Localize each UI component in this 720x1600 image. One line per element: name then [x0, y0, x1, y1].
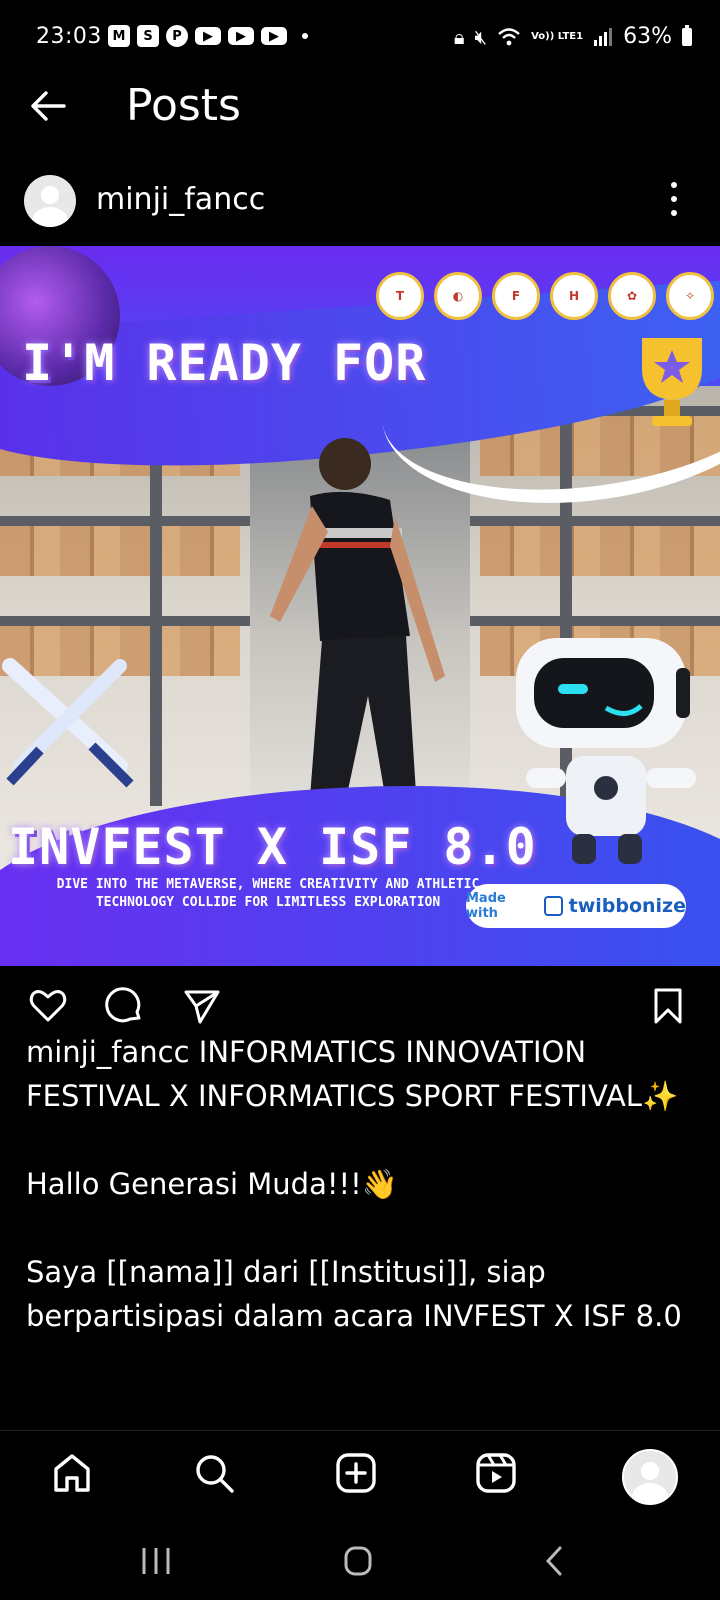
comment-icon[interactable] [104, 986, 144, 1026]
logo-badge: ✧ [666, 272, 714, 320]
post-header: minji_fancc [0, 168, 720, 232]
signal-icon [594, 27, 613, 46]
post-actions [0, 980, 720, 1030]
network-label: Vo)) LTE1 [531, 30, 584, 42]
back-arrow-icon[interactable] [26, 84, 70, 128]
image-event-title: INVFEST X ISF 8.0 [8, 818, 537, 876]
mute-icon: 🔇︎ [474, 24, 488, 49]
trophy-icon [642, 338, 702, 426]
battery-icon [682, 24, 692, 46]
badge-brand: twibbonize [568, 895, 686, 917]
post-username[interactable]: minji_fancc [96, 182, 265, 217]
page-title: Posts [126, 80, 241, 131]
twibbonize-logo-icon [543, 896, 563, 916]
avatar[interactable] [24, 175, 76, 227]
more-notifications-dot [302, 33, 308, 39]
reels-icon[interactable] [474, 1451, 518, 1495]
more-options-icon[interactable] [670, 182, 678, 216]
battery-percent: 63% [623, 24, 672, 49]
image-headline: I'M READY FOR [22, 334, 427, 392]
logo-badge: H [550, 272, 598, 320]
recents-icon[interactable] [136, 1544, 176, 1578]
s-icon: S [137, 25, 159, 47]
system-navigation [0, 1520, 720, 1600]
swords-graphic [2, 658, 134, 788]
logo-badge: ✿ [608, 272, 656, 320]
header: Posts [0, 76, 720, 138]
caption-line-1: minji_fancc INFORMATICS INNOVATION FESTI… [26, 1030, 686, 1118]
youtube-icon: ▶ [228, 27, 254, 45]
profile-avatar[interactable] [622, 1449, 678, 1505]
lock-icon: 🔒︎ [453, 24, 465, 49]
sponsor-logos: T ◐ F H ✿ ✧ [376, 272, 714, 320]
post-image[interactable]: T ◐ F H ✿ ✧ I'M READY FOR INVFEST X ISF … [0, 246, 720, 966]
create-icon[interactable] [334, 1451, 378, 1495]
share-icon[interactable] [182, 986, 222, 1026]
like-icon[interactable] [28, 986, 68, 1026]
back-chevron-icon[interactable] [536, 1544, 576, 1578]
home-circle-icon[interactable] [338, 1544, 378, 1578]
caption-line-2: Hallo Generasi Muda!!!👋 [26, 1167, 398, 1201]
save-icon[interactable] [648, 986, 688, 1026]
caption-author[interactable]: minji_fancc [26, 1035, 190, 1069]
youtube-icon: ▶ [195, 27, 221, 45]
logo-badge: T [376, 272, 424, 320]
status-bar: 23:03 M S P ▶ ▶ ▶ 🔒︎ 🔇︎ Vo)) LTE1 63% [0, 0, 720, 76]
search-icon[interactable] [192, 1451, 236, 1495]
m-icon: M [108, 25, 130, 47]
badge-prefix: Made with [466, 891, 506, 921]
caption-container: minji_fancc INFORMATICS INNOVATION FESTI… [0, 1030, 720, 1430]
logo-badge: F [492, 272, 540, 320]
wifi-icon [498, 27, 520, 45]
notification-icons: M S P ▶ ▶ ▶ [108, 25, 308, 47]
twibbonize-badge: Made with twibbonize [466, 884, 686, 928]
logo-badge: ◐ [434, 272, 482, 320]
system-icons: 🔒︎ 🔇︎ Vo)) LTE1 63% [454, 24, 692, 49]
caption-line-3: Saya [[nama]] dari [[Institusi]], siap b… [26, 1255, 682, 1333]
home-icon[interactable] [50, 1451, 94, 1495]
post-caption: minji_fancc INFORMATICS INNOVATION FESTI… [26, 1030, 686, 1338]
status-time: 23:03 [36, 24, 102, 49]
image-tagline: DIVE INTO THE METAVERSE, WHERE CREATIVIT… [56, 877, 480, 910]
pinterest-icon: P [166, 25, 188, 47]
bottom-navigation [0, 1430, 720, 1521]
youtube-icon: ▶ [261, 27, 287, 45]
